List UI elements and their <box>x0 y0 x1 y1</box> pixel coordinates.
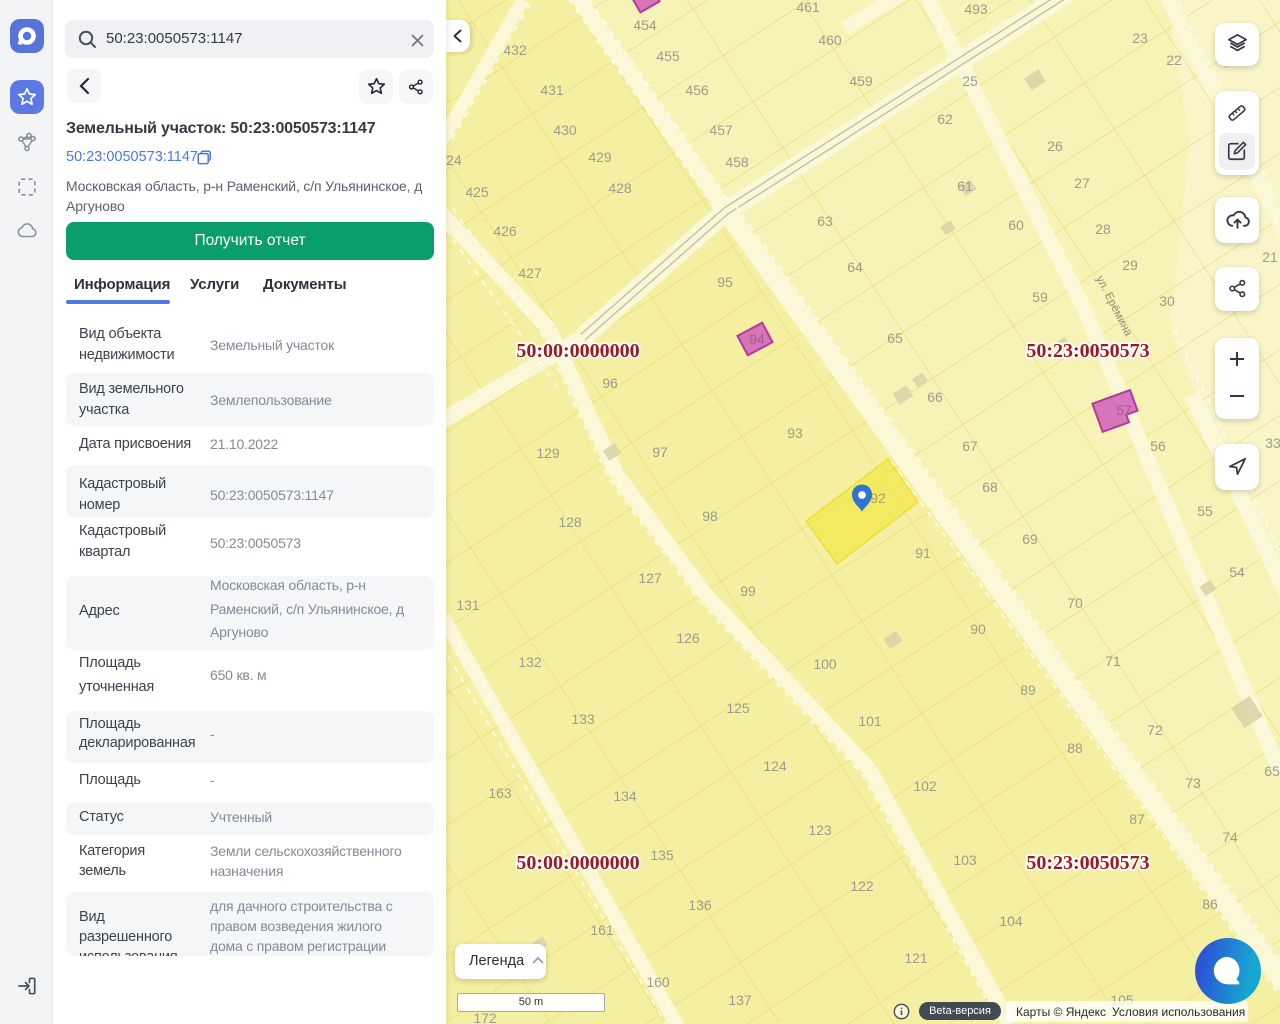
svg-text:172: 172 <box>473 1010 497 1024</box>
svg-text:121: 121 <box>904 950 928 966</box>
svg-text:60: 60 <box>1008 217 1024 233</box>
svg-text:431: 431 <box>540 82 564 98</box>
svg-text:55: 55 <box>1197 503 1213 519</box>
svg-text:21: 21 <box>1262 249 1278 265</box>
svg-text:73: 73 <box>1185 775 1201 791</box>
svg-text:86: 86 <box>1202 896 1218 912</box>
svg-text:132: 132 <box>518 654 542 670</box>
svg-text:101: 101 <box>858 713 882 729</box>
svg-text:96: 96 <box>602 375 618 391</box>
svg-text:493: 493 <box>964 1 988 17</box>
svg-text:33: 33 <box>1265 435 1280 451</box>
svg-text:66: 66 <box>927 389 943 405</box>
svg-text:50:00:0000000: 50:00:0000000 <box>516 340 639 362</box>
svg-text:122: 122 <box>850 878 874 894</box>
svg-text:131: 131 <box>456 597 480 613</box>
svg-text:98: 98 <box>702 508 718 524</box>
svg-text:160: 160 <box>646 974 670 990</box>
svg-text:161: 161 <box>590 922 614 938</box>
svg-text:104: 104 <box>999 913 1023 929</box>
svg-text:134: 134 <box>613 788 637 804</box>
svg-text:458: 458 <box>725 154 749 170</box>
svg-text:69: 69 <box>1022 531 1038 547</box>
svg-text:27: 27 <box>1074 175 1090 191</box>
svg-text:22: 22 <box>1166 52 1182 68</box>
svg-text:92: 92 <box>870 490 886 506</box>
svg-text:90: 90 <box>970 621 986 637</box>
svg-text:23: 23 <box>1132 30 1148 46</box>
svg-text:68: 68 <box>982 479 998 495</box>
svg-text:100: 100 <box>813 656 837 672</box>
svg-text:430: 430 <box>553 122 577 138</box>
svg-text:89: 89 <box>1020 682 1036 698</box>
svg-text:123: 123 <box>808 822 832 838</box>
svg-text:50:23:0050573: 50:23:0050573 <box>1026 340 1149 362</box>
svg-text:126: 126 <box>676 630 700 646</box>
svg-text:87: 87 <box>1129 811 1145 827</box>
svg-text:102: 102 <box>913 778 937 794</box>
svg-text:67: 67 <box>962 438 978 454</box>
svg-text:56: 56 <box>1150 438 1166 454</box>
svg-text:432: 432 <box>503 42 527 58</box>
svg-text:74: 74 <box>1222 829 1238 845</box>
svg-text:127: 127 <box>638 570 662 586</box>
svg-text:59: 59 <box>1032 289 1048 305</box>
svg-text:88: 88 <box>1067 740 1083 756</box>
svg-text:97: 97 <box>652 444 668 460</box>
svg-text:70: 70 <box>1067 595 1083 611</box>
svg-text:133: 133 <box>571 711 595 727</box>
svg-text:454: 454 <box>633 17 657 33</box>
svg-text:65: 65 <box>1264 763 1280 779</box>
svg-text:455: 455 <box>656 48 680 64</box>
svg-text:93: 93 <box>787 425 803 441</box>
svg-text:128: 128 <box>558 514 582 530</box>
svg-text:457: 457 <box>709 122 733 138</box>
svg-text:72: 72 <box>1147 722 1163 738</box>
svg-text:95: 95 <box>717 274 733 290</box>
svg-text:94: 94 <box>749 331 765 347</box>
svg-text:63: 63 <box>817 213 833 229</box>
svg-text:71: 71 <box>1105 653 1121 669</box>
svg-text:30: 30 <box>1159 293 1175 309</box>
svg-text:124: 124 <box>763 758 787 774</box>
svg-text:91: 91 <box>915 545 931 561</box>
svg-text:28: 28 <box>1095 221 1111 237</box>
svg-text:99: 99 <box>740 583 756 599</box>
svg-text:64: 64 <box>847 259 863 275</box>
svg-text:137: 137 <box>728 992 752 1008</box>
svg-text:163: 163 <box>488 785 512 801</box>
svg-text:103: 103 <box>953 852 977 868</box>
svg-text:25: 25 <box>962 73 978 89</box>
svg-text:62: 62 <box>937 111 953 127</box>
svg-text:427: 427 <box>518 265 542 281</box>
svg-text:456: 456 <box>685 82 709 98</box>
svg-text:428: 428 <box>608 180 632 196</box>
svg-text:54: 54 <box>1229 564 1245 580</box>
svg-text:461: 461 <box>796 0 820 15</box>
svg-text:125: 125 <box>726 700 750 716</box>
svg-text:136: 136 <box>688 897 712 913</box>
svg-text:50:23:0050573: 50:23:0050573 <box>1026 852 1149 874</box>
svg-text:460: 460 <box>818 32 842 48</box>
svg-text:26: 26 <box>1047 138 1063 154</box>
svg-text:426: 426 <box>493 223 517 239</box>
svg-text:50:00:0000000: 50:00:0000000 <box>516 852 639 874</box>
svg-text:429: 429 <box>588 149 612 165</box>
svg-text:61: 61 <box>957 178 973 194</box>
svg-text:129: 129 <box>536 445 560 461</box>
svg-text:459: 459 <box>849 73 873 89</box>
svg-text:65: 65 <box>887 330 903 346</box>
svg-text:135: 135 <box>650 847 674 863</box>
svg-text:425: 425 <box>465 184 489 200</box>
svg-text:29: 29 <box>1122 257 1138 273</box>
svg-text:57: 57 <box>1116 402 1132 418</box>
